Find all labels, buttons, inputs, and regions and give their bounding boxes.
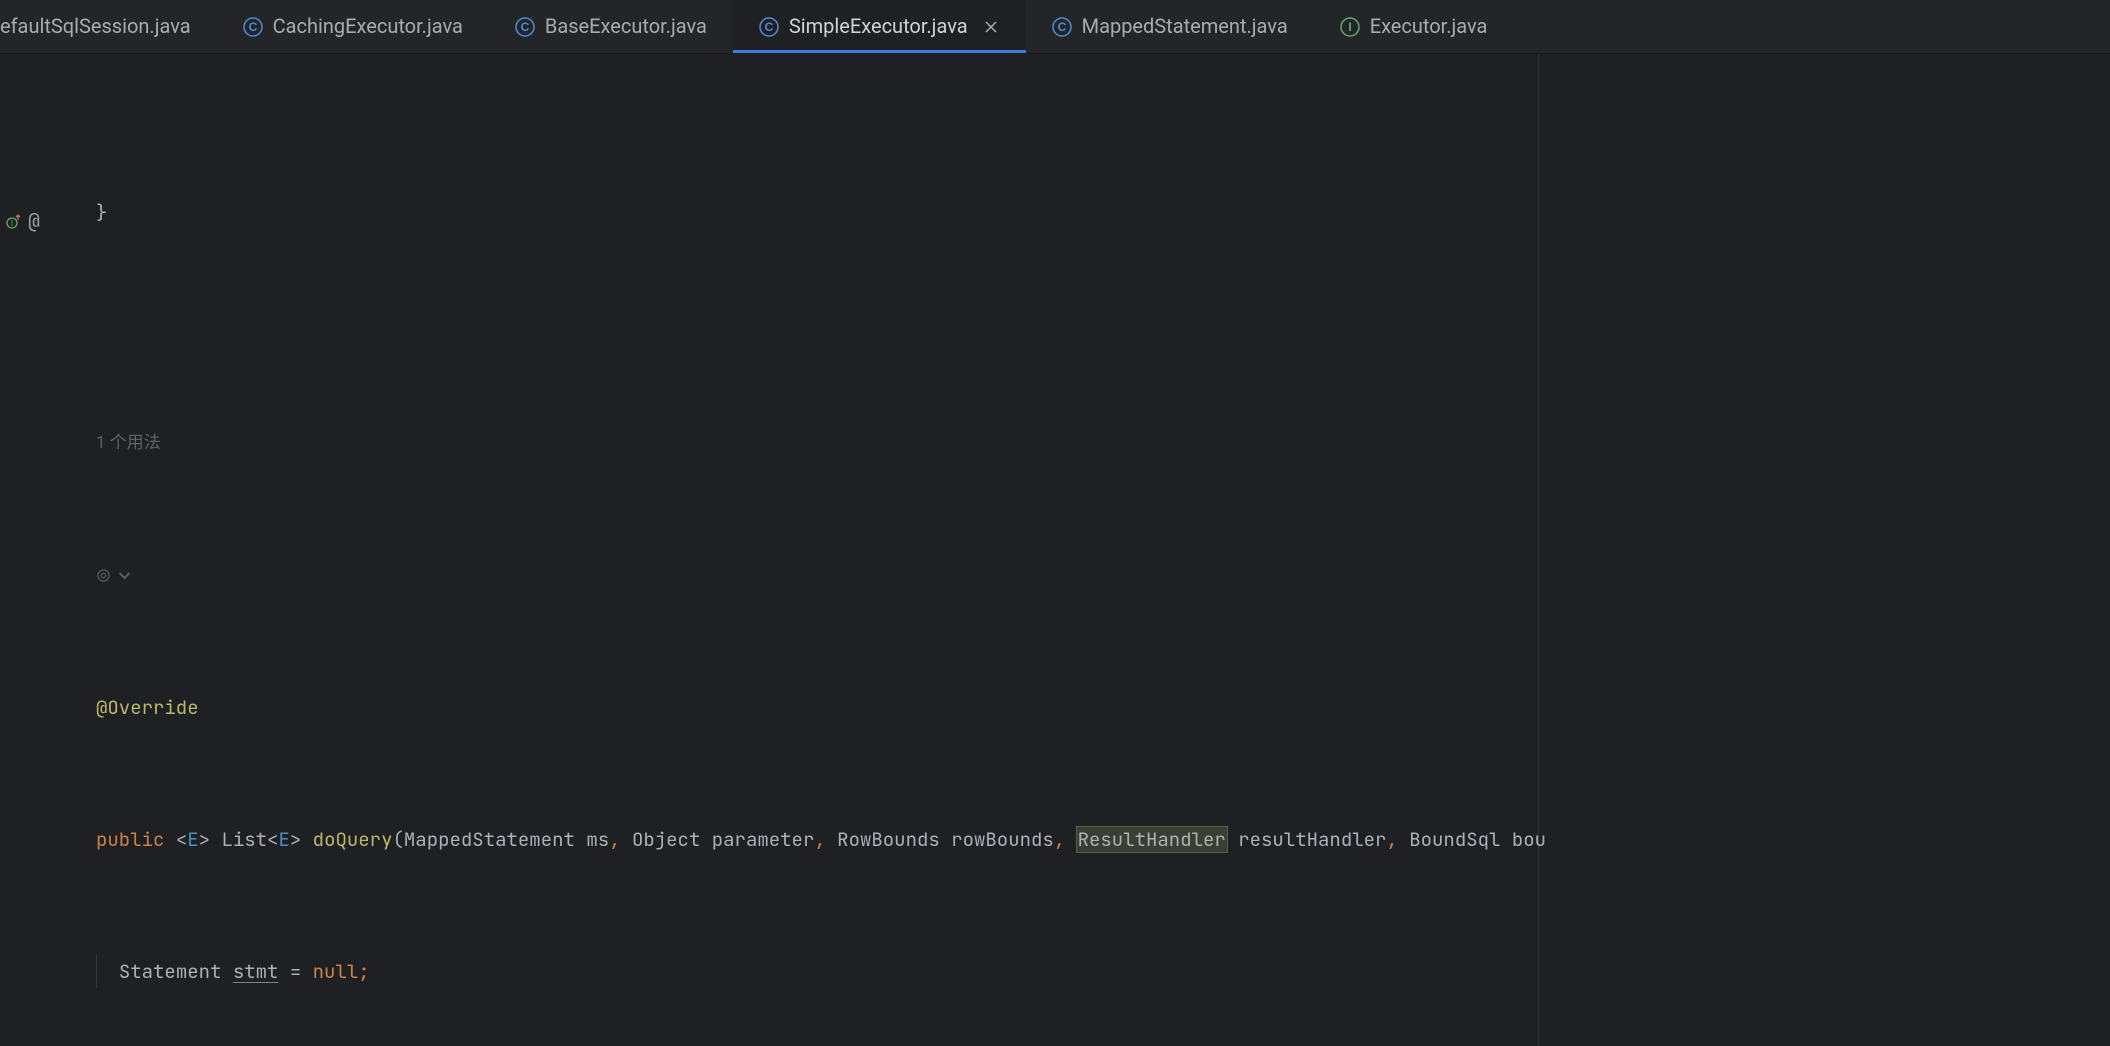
tab-label: BaseExecutor.java xyxy=(545,10,707,43)
close-icon[interactable] xyxy=(982,18,1000,36)
code-line: Statement stmt = null; xyxy=(96,955,2110,988)
tab-label: efaultSqlSession.java xyxy=(0,10,191,43)
code-line: } xyxy=(96,196,2110,229)
tab-simpleexecutor[interactable]: C SimpleExecutor.java xyxy=(733,0,1026,53)
svg-text:C: C xyxy=(248,20,257,34)
at-annotation-icon[interactable]: @ xyxy=(28,213,40,229)
class-icon: C xyxy=(1052,17,1072,37)
code-line: public <E> List<E> doQuery(MappedStateme… xyxy=(96,823,2110,856)
code-line xyxy=(96,295,2110,328)
tab-mappedstatement[interactable]: C MappedStatement.java xyxy=(1026,0,1314,53)
svg-text:I: I xyxy=(11,219,13,228)
tab-label: Executor.java xyxy=(1370,10,1488,43)
class-icon: C xyxy=(759,17,779,37)
tab-label: MappedStatement.java xyxy=(1082,10,1288,43)
svg-text:C: C xyxy=(1057,20,1066,34)
tab-label: CachingExecutor.java xyxy=(273,10,463,43)
svg-text:C: C xyxy=(765,20,774,34)
implement-method-up-icon[interactable]: I xyxy=(6,213,22,229)
inlay-hints[interactable] xyxy=(96,559,2110,592)
editor-tabbar: efaultSqlSession.java C CachingExecutor.… xyxy=(0,0,2110,54)
tab-cachingexecutor[interactable]: C CachingExecutor.java xyxy=(217,0,489,53)
tab-defaultsqlsession[interactable]: efaultSqlSession.java xyxy=(0,0,217,53)
code-area[interactable]: } 1 个用法 @Override public <E> List<E> doQ… xyxy=(72,54,2110,1046)
tab-label: SimpleExecutor.java xyxy=(789,10,968,43)
class-icon: C xyxy=(243,17,263,37)
gear-icon[interactable] xyxy=(96,568,111,583)
gutter-icons[interactable]: I @ xyxy=(6,213,40,229)
tab-executor[interactable]: I Executor.java xyxy=(1314,0,1514,53)
editor-pane[interactable]: I @ } 1 个用法 @Override public <E> List<E>… xyxy=(0,54,2110,1046)
class-icon: C xyxy=(515,17,535,37)
svg-text:I: I xyxy=(1348,20,1351,34)
svg-text:C: C xyxy=(521,20,530,34)
gutter: I @ xyxy=(0,54,72,1046)
chevron-down-icon[interactable] xyxy=(117,568,132,583)
code-line: @Override xyxy=(96,691,2110,724)
interface-icon: I xyxy=(1340,17,1360,37)
usage-hint[interactable]: 1 个用法 xyxy=(96,427,2110,460)
tab-baseexecutor[interactable]: C BaseExecutor.java xyxy=(489,0,733,53)
